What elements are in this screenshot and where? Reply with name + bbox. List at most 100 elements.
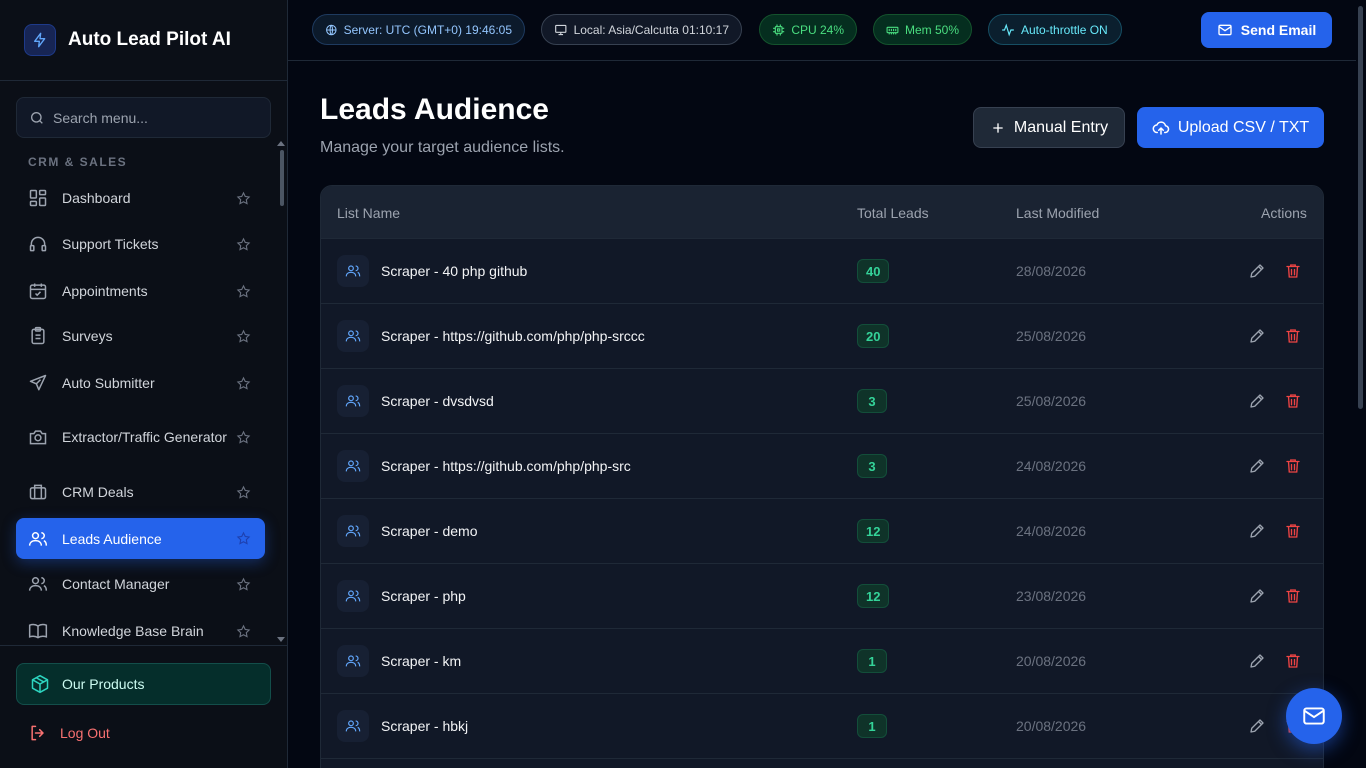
scroll-up-icon[interactable]: [277, 140, 285, 146]
sidebar-item-surveys[interactable]: Surveys: [16, 324, 265, 348]
search-menu[interactable]: [16, 97, 271, 138]
sidebar-item-contact-manager[interactable]: Contact Manager: [16, 572, 265, 596]
scroll-down-icon[interactable]: [277, 637, 285, 643]
edit-icon[interactable]: [1248, 327, 1266, 345]
star-icon[interactable]: [236, 531, 251, 546]
box-icon: [31, 674, 49, 694]
local-time-pill: Local: Asia/Calcutta 01:10:17: [541, 14, 742, 45]
sidebar-item-appointments[interactable]: Appointments: [16, 279, 265, 303]
monitor-icon: [555, 24, 567, 35]
star-icon[interactable]: [236, 624, 251, 639]
edit-icon[interactable]: [1248, 522, 1266, 540]
mail-icon: [1218, 24, 1232, 36]
star-icon[interactable]: [236, 376, 251, 391]
table-row[interactable]: Scraper - php 12 23/08/2026: [321, 564, 1323, 629]
sidebar-item-label: Extractor/Traffic Generator: [62, 429, 227, 445]
cpu-pill: CPU 24%: [759, 14, 857, 45]
trash-icon[interactable]: [1284, 262, 1302, 280]
sidebar-item-label: Surveys: [62, 328, 113, 344]
app-name: Auto Lead Pilot AI: [68, 29, 231, 50]
users-icon: [28, 531, 48, 546]
send-icon: [29, 374, 47, 391]
sidebar-item-knowledge-base[interactable]: Knowledge Base Brain: [16, 619, 265, 643]
camera-icon: [29, 430, 47, 445]
brand[interactable]: Auto Lead Pilot AI: [0, 0, 287, 81]
edit-icon[interactable]: [1248, 717, 1266, 735]
users-icon: [337, 255, 369, 287]
upload-csv-label: Upload CSV / TXT: [1177, 118, 1310, 136]
star-icon[interactable]: [236, 485, 251, 500]
list-name: Scraper - km: [381, 653, 462, 669]
sidebar-item-label: Appointments: [62, 283, 148, 299]
local-time: Local: Asia/Calcutta 01:10:17: [573, 22, 729, 37]
list-name: Scraper - https://github.com/php/php-src: [381, 458, 631, 474]
search-icon: [31, 111, 43, 124]
search-input[interactable]: [53, 109, 253, 126]
send-email-button[interactable]: Send Email: [1201, 12, 1332, 48]
trash-icon[interactable]: [1284, 587, 1302, 605]
sidebar: Auto Lead Pilot AI CRM & SALES Dashboard…: [0, 0, 288, 768]
activity-icon: [1002, 23, 1014, 36]
edit-icon[interactable]: [1248, 652, 1266, 670]
table-row[interactable]: Scraper - https://github.com/php/php-src…: [321, 304, 1323, 369]
trash-icon[interactable]: [1284, 327, 1302, 345]
list-name: Scraper - dvsdvsd: [381, 393, 494, 409]
edit-icon[interactable]: [1248, 457, 1266, 475]
cpu-icon: [773, 23, 785, 36]
logout-icon: [31, 725, 44, 741]
sidebar-item-dashboard[interactable]: Dashboard: [16, 186, 265, 210]
trash-icon[interactable]: [1284, 457, 1302, 475]
last-modified: 23/08/2026: [1016, 588, 1087, 604]
trash-icon[interactable]: [1284, 392, 1302, 410]
floating-mail-button[interactable]: [1286, 688, 1342, 744]
trash-icon[interactable]: [1284, 522, 1302, 540]
star-icon[interactable]: [236, 237, 251, 252]
sidebar-item-leads-audience[interactable]: Leads Audience: [16, 518, 265, 559]
mem-pill: Mem 50%: [873, 14, 972, 45]
table-row[interactable]: Scraper - https://github.com/php/php-src…: [321, 434, 1323, 499]
cloud-upload-icon: [1152, 120, 1170, 135]
top-bar: Server: UTC (GMT+0) 19:46:05 Local: Asia…: [288, 0, 1356, 61]
last-modified: 20/08/2026: [1016, 653, 1087, 669]
sidebar-item-support-tickets[interactable]: Support Tickets: [16, 232, 265, 256]
edit-icon[interactable]: [1248, 262, 1266, 280]
table-row[interactable]: Scraper - demo 12 24/08/2026: [321, 499, 1323, 564]
manual-entry-label: Manual Entry: [1013, 118, 1109, 136]
our-products-button[interactable]: Our Products: [16, 663, 271, 705]
manual-entry-button[interactable]: Manual Entry: [973, 107, 1125, 148]
lightning-icon: [24, 24, 56, 56]
sidebar-item-auto-submitter[interactable]: Auto Submitter: [16, 371, 265, 395]
table-row[interactable]: Scraper - dvsdvsd 3 25/08/2026: [321, 369, 1323, 434]
table-row[interactable]: Scraper - hbkj 1 20/08/2026: [321, 694, 1323, 759]
column-list-name: List Name: [337, 205, 401, 221]
briefcase-icon: [29, 484, 47, 500]
star-icon[interactable]: [236, 191, 251, 206]
edit-icon[interactable]: [1248, 587, 1266, 605]
send-email-label: Send Email: [1240, 22, 1317, 38]
sidebar-scroll-thumb[interactable]: [280, 150, 284, 206]
sidebar-scrollbar[interactable]: [277, 140, 285, 645]
total-leads-badge: 12: [857, 519, 890, 543]
page-subtitle: Manage your target audience lists.: [320, 139, 565, 156]
star-icon[interactable]: [236, 430, 251, 445]
star-icon[interactable]: [236, 284, 251, 299]
table-row[interactable]: Scraper - 40 php github 40 28/08/2026: [321, 239, 1323, 304]
table-row[interactable]: Scraper - km 1 20/08/2026: [321, 629, 1323, 694]
column-actions: Actions: [1261, 205, 1307, 221]
trash-icon[interactable]: [1284, 652, 1302, 670]
sidebar-item-label: Auto Submitter: [62, 375, 155, 391]
edit-icon[interactable]: [1248, 392, 1266, 410]
sidebar-item-crm-deals[interactable]: CRM Deals: [16, 480, 265, 504]
total-leads-badge: 3: [857, 454, 887, 478]
memory-icon: [886, 26, 899, 34]
upload-csv-button[interactable]: Upload CSV / TXT: [1137, 107, 1324, 148]
star-icon[interactable]: [236, 329, 251, 344]
star-icon[interactable]: [236, 577, 251, 592]
last-modified: 24/08/2026: [1016, 523, 1087, 539]
page-scroll-thumb[interactable]: [1358, 6, 1363, 409]
mem-usage: Mem 50%: [904, 22, 959, 37]
sidebar-item-extractor[interactable]: Extractor/Traffic Generator: [16, 416, 265, 458]
total-leads-badge: 40: [857, 259, 890, 283]
auto-throttle-pill[interactable]: Auto-throttle ON: [988, 14, 1122, 45]
logout-button[interactable]: Log Out: [28, 722, 110, 744]
